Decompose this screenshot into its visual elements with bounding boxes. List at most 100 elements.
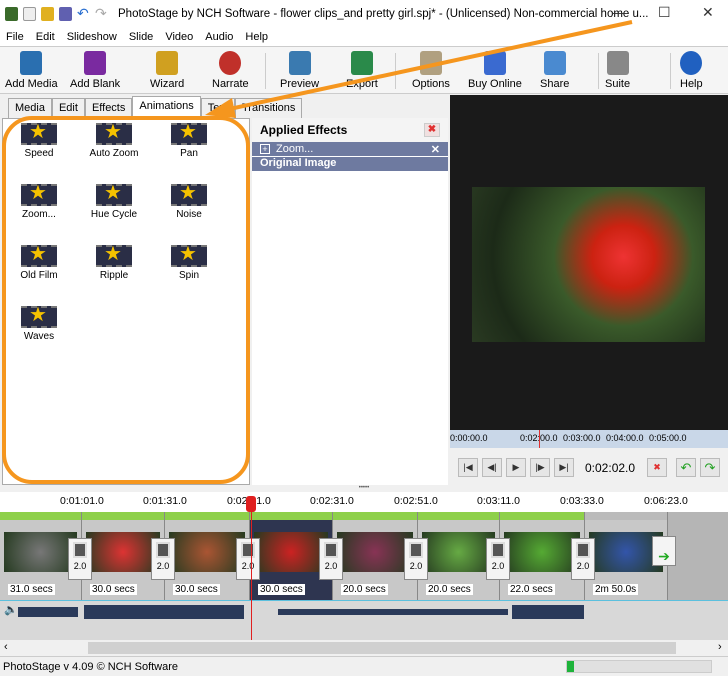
toolbar-label: Wizard xyxy=(150,78,185,90)
transition-block[interactable]: 2.0 xyxy=(319,538,343,580)
toolbar-suite-button[interactable]: Suite xyxy=(605,51,630,90)
timeline-ruler[interactable]: 0:01:01.00:01:31.00:02:01.00:02:31.00:02… xyxy=(0,492,728,512)
tab-text[interactable]: Text xyxy=(200,98,235,118)
rotate-left-button[interactable]: ↶ xyxy=(676,458,696,477)
animation-speed[interactable]: Speed xyxy=(9,119,69,159)
new-icon[interactable] xyxy=(23,7,36,21)
toolbar-narrate-button[interactable]: Narrate xyxy=(212,51,249,90)
close-button[interactable]: ✕ xyxy=(702,4,714,21)
minimize-button[interactable]: — xyxy=(612,4,626,20)
menu-edit[interactable]: Edit xyxy=(30,31,61,43)
menu-audio[interactable]: Audio xyxy=(199,31,239,43)
clip-duration[interactable]: 2m 50.0s xyxy=(593,584,639,595)
toolbar-add-blank-button[interactable]: Add Blank xyxy=(70,51,120,90)
animation-label: Speed xyxy=(24,148,54,159)
timeline-scrollbar[interactable]: ‹ › xyxy=(0,640,728,656)
animation-huecycle[interactable]: Hue Cycle xyxy=(84,180,144,220)
applied-effects-panel: Applied Effects ✖ + Zoom... ✕ Original I… xyxy=(252,118,448,485)
tab-media[interactable]: Media xyxy=(8,98,52,118)
scroll-left-icon[interactable]: ‹ xyxy=(4,641,8,653)
close-icon[interactable]: ✕ xyxy=(431,143,440,156)
expand-icon[interactable]: + xyxy=(260,144,270,154)
ruler-label: 0:03:00.0 xyxy=(563,433,601,443)
scrollbar-thumb[interactable] xyxy=(88,642,676,654)
animation-noise[interactable]: Noise xyxy=(159,180,219,220)
clip-thumbnail xyxy=(254,532,328,572)
tab-animations[interactable]: Animations xyxy=(132,96,201,117)
clip-duration[interactable]: 22.0 secs xyxy=(508,584,555,595)
preview-playhead[interactable] xyxy=(539,430,540,448)
animation-oldfilm[interactable]: Old Film xyxy=(9,241,69,281)
transition-duration: 2.0 xyxy=(409,561,423,571)
speaker-icon[interactable]: 🔈 xyxy=(4,603,18,616)
toolbar-add-media-button[interactable]: Add Media xyxy=(5,51,58,90)
save-icon[interactable] xyxy=(59,7,72,21)
toolbar-share-button[interactable]: Share xyxy=(540,51,569,90)
menu-slide[interactable]: Slide xyxy=(123,31,159,43)
menu-video[interactable]: Video xyxy=(159,31,199,43)
ruler-label: 0:05:00.0 xyxy=(649,433,687,443)
clip-duration[interactable]: 31.0 secs xyxy=(8,584,55,595)
transport-controls: |◀ ◀| ▶ |▶ ▶| 0:02:02.0 ✖ ↶ ↷ xyxy=(450,448,728,486)
tab-transitions[interactable]: Transitions xyxy=(234,98,303,118)
transition-icon xyxy=(73,542,87,558)
toolbar-preview-button[interactable]: Preview xyxy=(280,51,319,90)
delete-button[interactable]: ✖ xyxy=(647,458,667,477)
preview-image xyxy=(472,187,705,342)
huecycle-thumbnail-icon xyxy=(96,180,132,206)
next-arrow-button[interactable]: ➔ xyxy=(652,536,676,566)
animation-label: Ripple xyxy=(99,270,129,281)
clip-duration-bar xyxy=(165,512,249,520)
clip-duration[interactable]: 30.0 secs xyxy=(173,584,220,595)
step-forward-button[interactable]: |▶ xyxy=(530,458,550,477)
menu-slideshow[interactable]: Slideshow xyxy=(61,31,123,43)
playhead-handle[interactable] xyxy=(246,496,256,512)
animation-ripple[interactable]: Ripple xyxy=(84,241,144,281)
transition-block[interactable]: 2.0 xyxy=(486,538,510,580)
open-icon[interactable] xyxy=(41,7,54,21)
animation-label: Hue Cycle xyxy=(90,209,138,220)
toolbar-options-button[interactable]: Options xyxy=(412,51,450,90)
undo-icon[interactable]: ↶ xyxy=(77,6,90,21)
menu-help[interactable]: Help xyxy=(239,31,274,43)
transition-block[interactable]: 2.0 xyxy=(236,538,260,580)
effect-item-zoom[interactable]: + Zoom... ✕ xyxy=(252,142,448,156)
animation-zoom[interactable]: Zoom... xyxy=(9,180,69,220)
animation-waves[interactable]: Waves xyxy=(9,302,69,342)
toolbar-export-button[interactable]: Export xyxy=(346,51,378,90)
preview-ruler[interactable]: 0:00:00.0 0:02:00.0 0:03:00.0 0:04:00.0 … xyxy=(450,430,728,448)
menu-file[interactable]: File xyxy=(0,31,30,43)
clip-duration[interactable]: 30.0 secs xyxy=(90,584,137,595)
transition-block[interactable]: 2.0 xyxy=(151,538,175,580)
step-back-button[interactable]: ◀| xyxy=(482,458,502,477)
clip-duration[interactable]: 30.0 secs xyxy=(258,584,305,595)
transition-block[interactable]: 2.0 xyxy=(68,538,92,580)
toolbar-label: Suite xyxy=(605,78,631,90)
redo-icon[interactable]: ↷ xyxy=(95,6,108,21)
play-button[interactable]: ▶ xyxy=(506,458,526,477)
ruler-label: 0:06:23.0 xyxy=(644,495,688,507)
timeline-playhead[interactable] xyxy=(251,500,252,640)
scroll-right-icon[interactable]: › xyxy=(718,641,722,653)
animations-panel: Speed Auto Zoom Pan Zoom... Hue Cycle Noise Ol… xyxy=(2,118,250,485)
toolbar-buy-online-button[interactable]: Buy Online xyxy=(468,51,522,90)
remove-effect-button[interactable]: ✖ xyxy=(424,123,440,137)
animation-spin[interactable]: Spin xyxy=(159,241,219,281)
go-start-button[interactable]: |◀ xyxy=(458,458,478,477)
transition-block[interactable]: 2.0 xyxy=(571,538,595,580)
clip-duration[interactable]: 20.0 secs xyxy=(341,584,388,595)
rotate-right-button[interactable]: ↷ xyxy=(700,458,720,477)
transition-block[interactable]: 2.0 xyxy=(404,538,428,580)
tab-effects[interactable]: Effects xyxy=(84,98,133,118)
transition-icon xyxy=(241,542,255,558)
clip-duration[interactable]: 20.0 secs xyxy=(426,584,473,595)
toolbar-wizard-button[interactable]: Wizard xyxy=(150,51,184,90)
toolbar-help-button[interactable]: Help xyxy=(680,51,703,90)
clip-thumbnail xyxy=(422,532,495,572)
tab-edit[interactable]: Edit xyxy=(51,98,85,118)
go-end-button[interactable]: ▶| xyxy=(554,458,574,477)
maximize-button[interactable]: ☐ xyxy=(658,4,671,21)
toolbar-label: Help xyxy=(680,78,703,90)
animation-pan[interactable]: Pan xyxy=(159,119,219,159)
animation-autozoom[interactable]: Auto Zoom xyxy=(84,119,144,159)
